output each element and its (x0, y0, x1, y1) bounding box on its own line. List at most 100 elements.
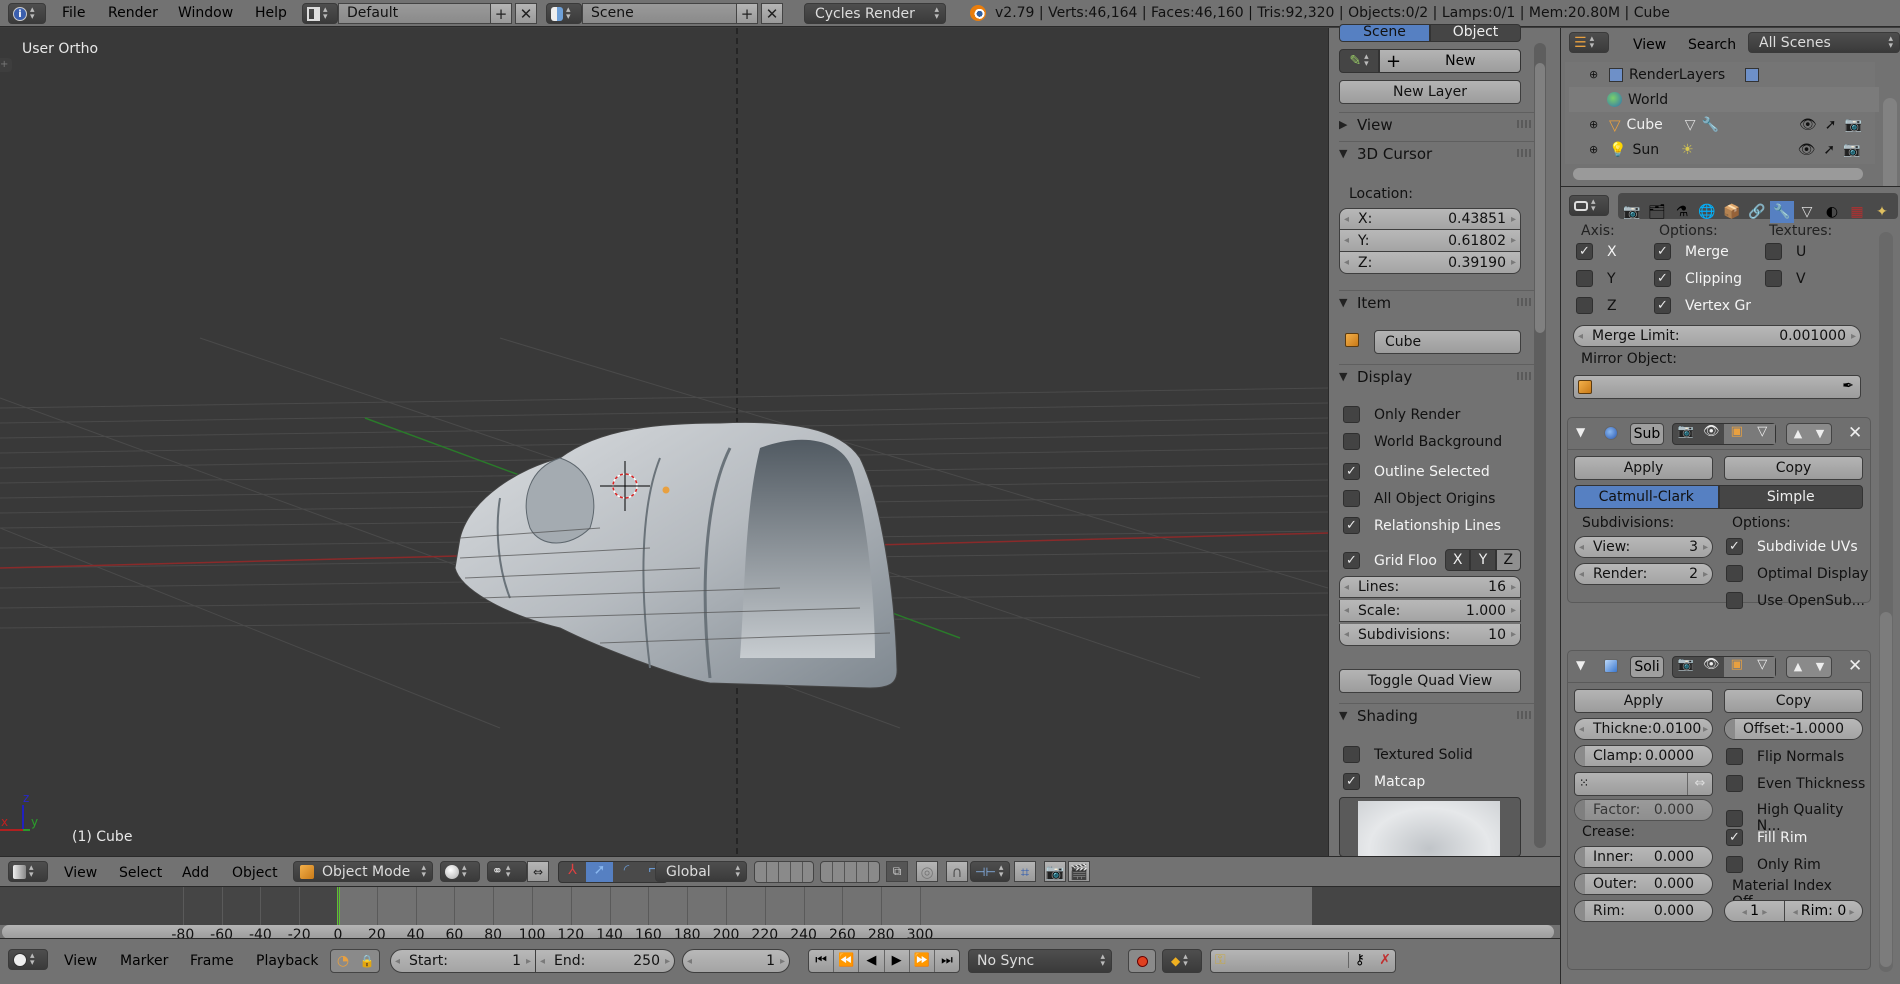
pencil-type-button[interactable]: ✎ ▴ ▾ (1339, 49, 1379, 73)
move-down-icon[interactable]: ▼ (1809, 424, 1831, 444)
section-shading-header[interactable]: ▼ Shading (1339, 703, 1535, 727)
jump-to-start-icon[interactable]: ⏮ (809, 950, 835, 972)
grid-subdivisions-field[interactable]: Subdivisions: 10 (1339, 624, 1521, 646)
toolshelf-expand-button[interactable]: + (0, 58, 12, 72)
viewport-editor-type-button[interactable]: ▴ ▾ (8, 861, 48, 882)
proportional-editing-button[interactable]: ◎ (916, 861, 938, 882)
screen-layout-field[interactable]: Default (338, 3, 500, 24)
start-frame-field[interactable]: Start: 1 (390, 949, 536, 973)
viewport-shading-select[interactable]: ▴ ▾ (440, 861, 480, 882)
move-up-icon[interactable]: ▲ (1787, 424, 1809, 444)
opengl-render-button[interactable]: 📷 (1044, 861, 1066, 882)
editor-type-button[interactable]: i ▴ ▾ (8, 3, 46, 24)
preview-range-clock-icon[interactable]: ◔ (331, 950, 355, 972)
grid-scale-field[interactable]: Scale: 1.000 (1339, 600, 1521, 622)
subsurf-view-levels-field[interactable]: View: 3 (1574, 536, 1713, 558)
outliner-row-cube[interactable]: ⊕ ▽ Cube ▽ 🔧 👁 ➚ 📷 (1569, 112, 1879, 137)
remove-modifier-close-icon[interactable]: ✕ (1848, 656, 1862, 676)
3d-viewport[interactable]: z x y User Ortho (1) Cube + (0, 28, 1328, 856)
only-rim-checkbox[interactable]: Only Rim (1726, 856, 1821, 873)
use-opensubdiv-checkbox[interactable]: Use OpenSub... (1726, 592, 1865, 609)
cursor-x-field[interactable]: X: 0.43851 (1339, 208, 1521, 230)
subsurf-copy-button[interactable]: Copy (1724, 456, 1863, 480)
timeline-menu-view[interactable]: View (64, 953, 97, 969)
display-option-checkbox[interactable]: All Object Origins (1343, 490, 1495, 507)
drag-grip-icon[interactable] (1517, 372, 1531, 380)
selectable-cursor-icon[interactable]: ➚ (1823, 142, 1835, 158)
transform-orientation-select[interactable]: Global ▴ ▾ (655, 861, 747, 882)
drag-grip-icon[interactable] (1517, 298, 1531, 306)
visibility-eye-icon[interactable]: 👁 (1799, 117, 1817, 133)
timeline-menu-marker[interactable]: Marker (120, 953, 168, 969)
display-option-checkbox[interactable]: ✓ Outline Selected (1343, 463, 1490, 480)
thickness-field[interactable]: Thickne:0.0100 (1574, 718, 1713, 740)
play-icon[interactable]: ▶ (885, 950, 910, 972)
tab-object[interactable]: Object (1430, 24, 1521, 42)
editmode-toggle-icon[interactable]: ▣ (1724, 657, 1750, 677)
render-toggle-camera-icon[interactable]: 📷 (1673, 657, 1699, 677)
add-screen-button[interactable]: + (490, 3, 512, 24)
expand-icon[interactable]: ⊕ (1589, 118, 1603, 131)
mirror-clipping-checkbox[interactable]: ✓ Clipping (1654, 270, 1742, 287)
object-name-field[interactable]: Cube (1374, 330, 1521, 354)
render-camera-icon[interactable]: 📷 (1844, 117, 1861, 133)
jump-to-next-keyframe-icon[interactable]: ⏩ (910, 950, 935, 972)
scene-layers-group-1[interactable] (754, 861, 814, 883)
eyedropper-icon[interactable]: ✒ (1842, 378, 1854, 394)
timeline-editor[interactable]: -80 -60 -40 -20 0 20 40 60 80 100 120 140 160 180 200 2… (0, 886, 1560, 943)
collapse-triangle-icon[interactable]: ▼ (1576, 425, 1585, 439)
auto-keying-record-button[interactable] (1128, 949, 1156, 973)
timeline-editor-type-button[interactable]: ▴ ▾ (8, 949, 48, 970)
scrollbar-thumb[interactable] (1880, 612, 1892, 967)
new-grease-pencil-button[interactable]: + New (1379, 49, 1521, 73)
remove-scene-button[interactable]: ✕ (761, 3, 783, 24)
outliner-menu-view[interactable]: View (1633, 37, 1666, 53)
expand-icon[interactable]: ⊕ (1589, 68, 1603, 81)
viewport-menu-view[interactable]: View (64, 865, 97, 881)
snap-toggle-button[interactable]: ∩ (946, 861, 968, 882)
new-layer-button[interactable]: New Layer (1339, 80, 1521, 104)
editmode-toggle-icon[interactable]: ▣ (1724, 424, 1750, 444)
mirror-vertex-groups-checkbox[interactable]: ✓ Vertex Gr (1654, 297, 1751, 314)
add-scene-button[interactable]: + (736, 3, 758, 24)
interaction-mode-select[interactable]: Object Mode ▴ ▾ (293, 861, 433, 882)
tab-scene[interactable]: Scene (1339, 24, 1430, 42)
subdivide-uvs-checkbox[interactable]: ✓ Subdivide UVs (1726, 538, 1858, 555)
section-display-header[interactable]: ▼ Display (1339, 364, 1535, 388)
visibility-eye-icon[interactable]: 👁 (1798, 142, 1816, 158)
fill-rim-checkbox[interactable]: ✓ Fill Rim (1726, 829, 1807, 846)
mirror-object-field[interactable]: ✒ (1573, 375, 1861, 399)
invert-vertex-group-icon[interactable]: ⇔ (1687, 773, 1712, 795)
mirror-axis-y-checkbox[interactable]: Y (1576, 270, 1616, 287)
pivot-point-select[interactable]: ⚭ ▴ ▾ (487, 861, 527, 882)
display-option-checkbox[interactable]: Only Render (1343, 406, 1460, 423)
outliner-row-sun[interactable]: ⊕ 💡 Sun ☀ 👁 ➚ 📷 (1569, 137, 1879, 162)
realtime-toggle-eye-icon[interactable]: 👁 (1699, 424, 1725, 444)
material-offset-rim-field[interactable]: ◂ Rim: 0 ▸ (1785, 901, 1862, 921)
keying-set-field[interactable]: ⚿ ⚷ ✗ (1210, 949, 1396, 973)
grid-axis-z-toggle[interactable]: Z (1495, 549, 1521, 571)
matcap-checkbox[interactable]: ✓ Matcap (1343, 773, 1425, 790)
material-offset-field[interactable]: ◂ 1 ▸ (1725, 901, 1786, 921)
drag-grip-icon[interactable] (1517, 149, 1531, 157)
flip-normals-checkbox[interactable]: Flip Normals (1726, 748, 1844, 765)
mirror-axis-x-checkbox[interactable]: ✓ X (1576, 243, 1617, 260)
crease-outer-slider[interactable]: Outer: 0.000 (1574, 873, 1713, 895)
factor-slider[interactable]: Factor: 0.000 (1574, 799, 1713, 821)
drag-grip-icon[interactable] (1517, 120, 1531, 128)
move-down-icon[interactable]: ▼ (1809, 657, 1831, 677)
scene-layers-group-2[interactable] (820, 861, 880, 883)
snap-target-button[interactable]: ⌗ (1014, 861, 1036, 882)
outliner-row-renderlayers[interactable]: ⊕ RenderLayers (1569, 62, 1879, 87)
drag-grip-icon[interactable] (1517, 711, 1531, 719)
manipulate-center-points-button[interactable]: ⇔ (527, 861, 549, 882)
matcap-preview[interactable] (1339, 797, 1521, 857)
sidebar-scrollbar[interactable] (1534, 43, 1546, 848)
even-thickness-checkbox[interactable]: Even Thickness (1726, 775, 1865, 792)
toggle-quad-view-button[interactable]: Toggle Quad View (1339, 669, 1521, 693)
menu-file[interactable]: File (62, 5, 85, 21)
clamp-slider[interactable]: Clamp: 0.0000 (1574, 745, 1713, 767)
outliner-display-mode-select[interactable]: All Scenes ▴ ▾ (1748, 32, 1900, 53)
viewport-menu-object[interactable]: Object (232, 865, 278, 881)
outliner-menu-search[interactable]: Search (1688, 37, 1736, 53)
